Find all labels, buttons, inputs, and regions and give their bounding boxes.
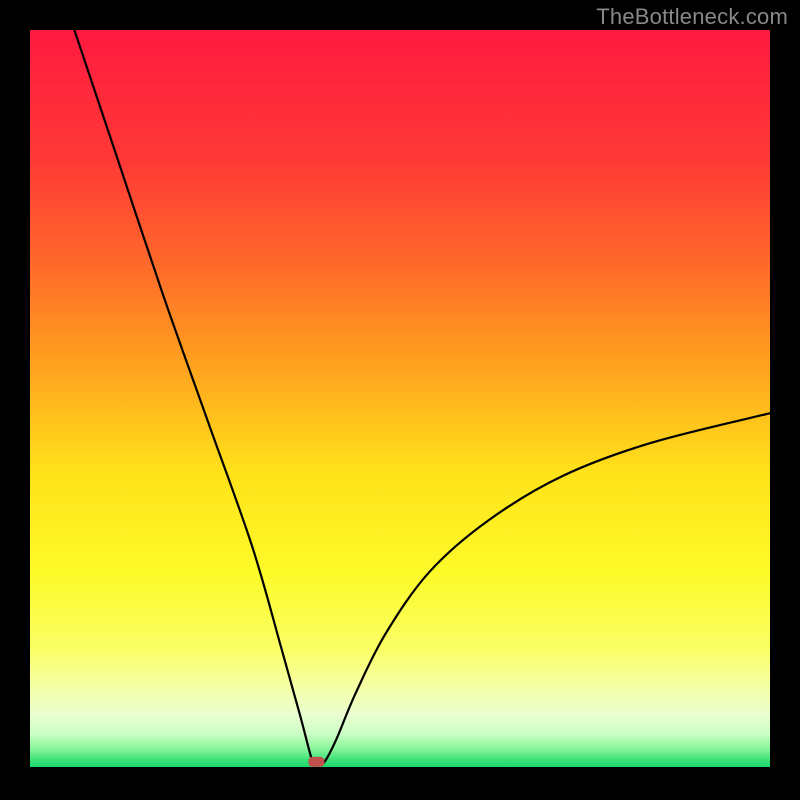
- bottleneck-chart-svg: [30, 30, 770, 767]
- chart-frame: TheBottleneck.com: [0, 0, 800, 800]
- minimum-marker: [308, 757, 324, 767]
- watermark-text: TheBottleneck.com: [596, 4, 788, 30]
- plot-area: [30, 30, 770, 767]
- gradient-background: [30, 30, 770, 767]
